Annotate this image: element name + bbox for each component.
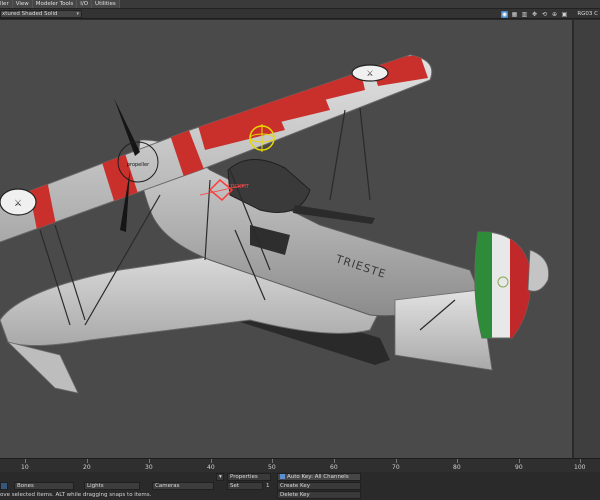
status-bar: ove selected items. ALT while dragging s… (0, 492, 152, 498)
side-viewport[interactable] (574, 20, 600, 458)
chevron-down-icon[interactable]: ▾ (216, 473, 224, 481)
tick-label: 70 (392, 464, 400, 471)
layer-icon[interactable]: ▥ (521, 11, 528, 18)
tick-label: 80 (453, 464, 461, 471)
viewport-tools: ◉ ▦ ▥ ✥ ⟲ ⊕ ▣ (501, 9, 568, 19)
camera-icon[interactable]: ◉ (501, 10, 508, 18)
move-view-icon[interactable]: ✥ (531, 11, 538, 18)
properties-button[interactable]: Properties (227, 473, 271, 481)
bones-button[interactable]: Bones (14, 482, 74, 490)
bottom-panel: Bones Lights Cameras ▾ Properties Set 1 … (0, 472, 600, 500)
maximize-icon[interactable]: ▣ (561, 11, 568, 18)
menu-modeler[interactable]: ller (0, 0, 13, 8)
chevron-down-icon: ▾ (76, 10, 79, 17)
menu-modeler-tools[interactable]: Modeler Tools (32, 0, 78, 8)
menu-view[interactable]: View (12, 0, 33, 8)
svg-text:⚔: ⚔ (14, 199, 22, 209)
auto-key-select[interactable]: Auto Key: All Channels (277, 473, 361, 481)
3d-viewport[interactable]: ⚔ ⚔ propeller COCKPIT TRIESTE (0, 20, 572, 458)
tail-fin (474, 231, 549, 339)
viewport-camera-label[interactable]: RG03 C (575, 10, 600, 18)
tick-label: 60 (330, 464, 338, 471)
menu-io[interactable]: I/O (77, 0, 93, 8)
cockpit-label: COCKPIT (227, 184, 250, 190)
tick-label: 40 (207, 464, 215, 471)
cameras-button[interactable]: Cameras (152, 482, 214, 490)
tick-label: 10 (21, 464, 29, 471)
tick-label: 30 (145, 464, 153, 471)
viewport-header: xtured Shaded Solid ▾ ◉ ▦ ▥ ✥ ⟲ ⊕ ▣ RG03… (0, 9, 600, 19)
menu-utilities[interactable]: Utilities (92, 0, 120, 8)
lights-button[interactable]: Lights (84, 482, 140, 490)
tick-label: 20 (83, 464, 91, 471)
set-value: 1 (266, 483, 270, 489)
tick-label: 100 (574, 464, 586, 471)
timeline-ruler[interactable]: 10 20 30 40 50 60 70 80 90 100 (0, 458, 600, 472)
delete-key-button[interactable]: Delete Key (277, 491, 361, 499)
create-key-button[interactable]: Create Key (277, 482, 361, 490)
zoom-view-icon[interactable]: ⊕ (551, 11, 558, 18)
menu-bar: ller View Modeler Tools I/O Utilities (0, 0, 600, 9)
propeller-label: propeller (127, 162, 150, 168)
rotate-view-icon[interactable]: ⟲ (541, 11, 548, 18)
item-type-indicator[interactable] (0, 482, 8, 490)
grid-icon[interactable]: ▦ (511, 11, 518, 18)
scene-render: ⚔ ⚔ propeller COCKPIT TRIESTE (0, 54, 549, 394)
checkbox-icon (280, 474, 285, 479)
set-button[interactable]: Set (227, 482, 263, 490)
tick-label: 90 (515, 464, 523, 471)
svg-text:⚔: ⚔ (366, 69, 373, 78)
tick-label: 50 (268, 464, 276, 471)
render-mode-select[interactable]: xtured Shaded Solid ▾ (0, 9, 82, 18)
auto-key-label: Auto Key: All Channels (287, 474, 349, 480)
render-mode-label: xtured Shaded Solid (2, 10, 58, 17)
